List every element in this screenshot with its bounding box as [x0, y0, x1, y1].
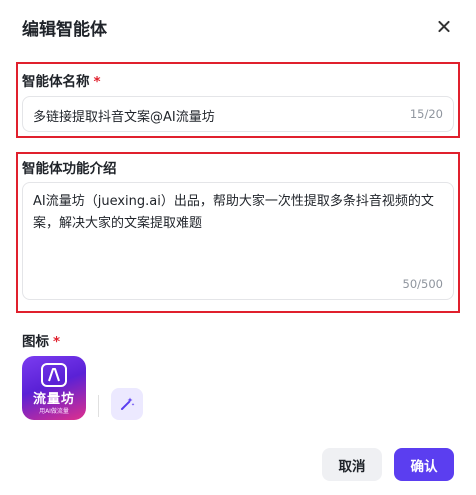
required-mark: *	[53, 334, 61, 350]
divider	[98, 395, 99, 417]
magic-wand-icon	[121, 397, 135, 410]
required-mark: *	[93, 74, 101, 90]
agent-name-value: 多链接提取抖音文案@AI流量坊	[33, 110, 215, 125]
agent-name-label: 智能体名称 *	[22, 70, 101, 90]
avatar-subtitle: 用AI做流量	[39, 408, 69, 415]
agent-description-counter: 50/500	[402, 277, 443, 291]
generate-icon-button[interactable]	[111, 388, 143, 420]
cancel-button[interactable]: 取消	[322, 448, 382, 481]
edit-agent-dialog: 编辑智能体 智能体名称 * 多链接提取抖音文案@AI流量坊 15/20 智能体功能…	[0, 0, 476, 495]
app-logo-icon	[41, 363, 67, 387]
close-icon[interactable]	[434, 17, 454, 37]
confirm-button[interactable]: 确认	[394, 448, 454, 481]
agent-name-input[interactable]: 多链接提取抖音文案@AI流量坊 15/20	[22, 96, 454, 132]
icon-label-text: 图标	[22, 334, 49, 350]
agent-description-value: AI流量坊（juexing.ai）出品，帮助大家一次性提取多条抖音视频的文案，解…	[33, 194, 434, 231]
agent-description-textarea[interactable]: AI流量坊（juexing.ai）出品，帮助大家一次性提取多条抖音视频的文案，解…	[22, 182, 454, 300]
dialog-header: 编辑智能体	[22, 14, 454, 40]
dialog-title: 编辑智能体	[22, 19, 107, 40]
agent-name-label-text: 智能体名称	[22, 74, 90, 90]
agent-name-counter: 15/20	[409, 107, 443, 121]
agent-avatar[interactable]: 流量坊 用AI做流量	[22, 356, 86, 420]
avatar-title: 流量坊	[32, 392, 75, 407]
icon-label: 图标 *	[22, 330, 60, 350]
agent-description-label: 智能体功能介绍	[22, 161, 117, 177]
